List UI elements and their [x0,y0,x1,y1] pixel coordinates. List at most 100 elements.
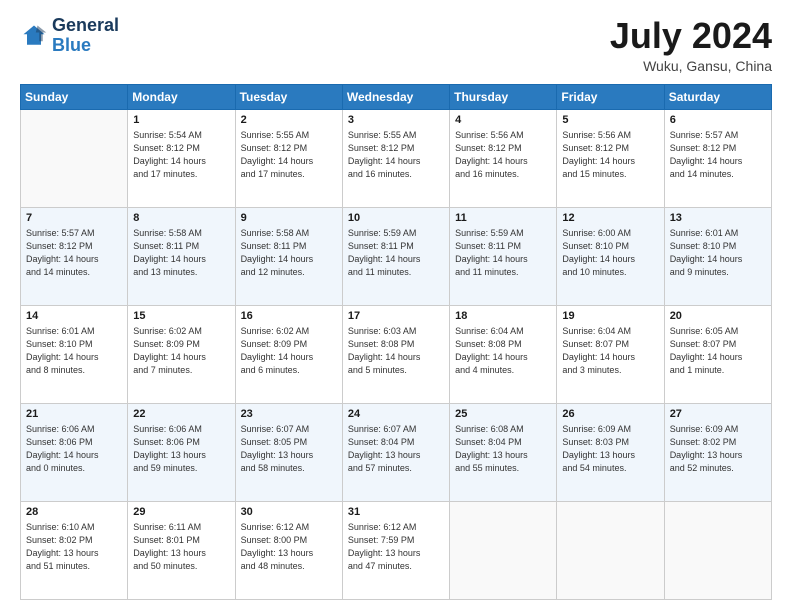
daylight-text: Daylight: 14 hours [26,450,99,460]
daylight-text: Daylight: 13 hours [348,548,421,558]
daylight-text-2: and 12 minutes. [241,267,305,277]
sunrise-text: Sunrise: 6:12 AM [241,522,310,532]
sunset-text: Sunset: 8:03 PM [562,437,629,447]
sunset-text: Sunset: 8:10 PM [670,241,737,251]
calendar-table: SundayMondayTuesdayWednesdayThursdayFrid… [20,84,772,600]
day-info: Sunrise: 6:12 AM Sunset: 7:59 PM Daylight:… [348,521,444,573]
daylight-text: Daylight: 13 hours [348,450,421,460]
daylight-text: Daylight: 14 hours [348,156,421,166]
day-number: 14 [26,309,122,324]
sunset-text: Sunset: 8:12 PM [133,143,200,153]
sunrise-text: Sunrise: 5:58 AM [133,228,202,238]
day-number: 16 [241,309,337,324]
day-number: 13 [670,211,766,226]
daylight-text-2: and 59 minutes. [133,463,197,473]
sunrise-text: Sunrise: 5:59 AM [455,228,524,238]
calendar-cell [664,501,771,599]
daylight-text-2: and 11 minutes. [455,267,518,277]
sunrise-text: Sunrise: 6:02 AM [241,326,310,336]
daylight-text: Daylight: 13 hours [26,548,99,558]
daylight-text: Daylight: 14 hours [26,254,99,264]
day-info: Sunrise: 6:05 AMSunset: 8:07 PMDaylight:… [670,325,766,377]
day-number: 11 [455,211,551,226]
calendar-cell: 18Sunrise: 6:04 AMSunset: 8:08 PMDayligh… [450,305,557,403]
calendar-cell: 11Sunrise: 5:59 AMSunset: 8:11 PMDayligh… [450,207,557,305]
calendar-cell: 14Sunrise: 6:01 AMSunset: 8:10 PMDayligh… [21,305,128,403]
day-number: 17 [348,309,444,324]
daylight-text-2: and 4 minutes. [455,365,514,375]
daylight-text: Daylight: 14 hours [241,352,314,362]
daylight-text-2: and 48 minutes. [241,561,305,571]
sunrise-text: Sunrise: 6:05 AM [670,326,739,336]
day-info: Sunrise: 6:00 AMSunset: 8:10 PMDaylight:… [562,227,658,279]
sunrise-text: Sunrise: 5:56 AM [562,130,631,140]
sunrise-text: Sunrise: 5:59 AM [348,228,417,238]
day-number: 25 [455,407,551,422]
weekday-header: Sunday [21,84,128,109]
calendar-week-row: 1Sunrise: 5:54 AMSunset: 8:12 PMDaylight… [21,109,772,207]
calendar-cell: 7Sunrise: 5:57 AMSunset: 8:12 PMDaylight… [21,207,128,305]
sunset-text: Sunset: 8:10 PM [26,339,93,349]
daylight-text: Daylight: 14 hours [670,254,743,264]
day-info: Sunrise: 6:04 AMSunset: 8:08 PMDaylight:… [455,325,551,377]
day-info: Sunrise: 5:58 AMSunset: 8:11 PMDaylight:… [133,227,229,279]
daylight-text: Daylight: 14 hours [133,254,206,264]
sunset-text: Sunset: 8:08 PM [455,339,522,349]
sunrise-text: Sunrise: 5:56 AM [455,130,524,140]
day-info: Sunrise: 6:04 AMSunset: 8:07 PMDaylight:… [562,325,658,377]
sunrise-text: Sunrise: 6:10 AM [26,522,95,532]
day-number: 22 [133,407,229,422]
calendar-cell [557,501,664,599]
day-number: 18 [455,309,551,324]
day-number: 15 [133,309,229,324]
sunset-text: Sunset: 8:12 PM [455,143,522,153]
daylight-text-2: and 7 minutes. [133,365,192,375]
day-number: 5 [562,113,658,128]
calendar-cell: 26Sunrise: 6:09 AMSunset: 8:03 PMDayligh… [557,403,664,501]
daylight-text-2: and 50 minutes. [133,561,197,571]
sunset-text: Sunset: 7:59 PM [348,535,415,545]
daylight-text: Daylight: 14 hours [670,156,743,166]
sunset-text: Sunset: 8:02 PM [26,535,93,545]
sunset-text: Sunset: 8:09 PM [133,339,200,349]
weekday-header: Wednesday [342,84,449,109]
calendar-cell: 5Sunrise: 5:56 AMSunset: 8:12 PMDaylight… [557,109,664,207]
logo-text-blue: Blue [52,36,119,56]
calendar-cell: 4Sunrise: 5:56 AMSunset: 8:12 PMDaylight… [450,109,557,207]
calendar-cell: 31Sunrise: 6:12 AMSunset: 7:59 PMDayligh… [342,501,449,599]
sunset-text: Sunset: 8:12 PM [26,241,93,251]
sunset-text: Sunset: 8:06 PM [26,437,93,447]
daylight-text: Daylight: 13 hours [455,450,528,460]
calendar-cell: 23Sunrise: 6:07 AMSunset: 8:05 PMDayligh… [235,403,342,501]
page: General Blue July 2024 Wuku, Gansu, Chin… [0,0,792,612]
sunrise-text: Sunrise: 6:07 AM [348,424,417,434]
daylight-text-2: and 47 minutes. [348,561,412,571]
sunrise-text: Sunrise: 6:12 AM [348,522,417,532]
sunset-text: Sunset: 8:02 PM [670,437,737,447]
sunrise-text: Sunrise: 5:55 AM [348,130,417,140]
daylight-text-2: and 11 minutes. [348,267,411,277]
day-number: 10 [348,211,444,226]
calendar-cell: 10Sunrise: 5:59 AMSunset: 8:11 PMDayligh… [342,207,449,305]
day-number: 12 [562,211,658,226]
daylight-text: Daylight: 14 hours [455,156,528,166]
daylight-text: Daylight: 14 hours [670,352,743,362]
daylight-text-2: and 8 minutes. [26,365,85,375]
day-info: Sunrise: 6:09 AMSunset: 8:03 PMDaylight:… [562,423,658,475]
daylight-text-2: and 17 minutes. [133,169,197,179]
calendar-header-row: SundayMondayTuesdayWednesdayThursdayFrid… [21,84,772,109]
sunrise-text: Sunrise: 6:06 AM [133,424,202,434]
day-info: Sunrise: 6:10 AM Sunset: 8:02 PM Daylight:… [26,521,122,573]
calendar-week-row: 14Sunrise: 6:01 AMSunset: 8:10 PMDayligh… [21,305,772,403]
day-number: 30 [241,505,337,520]
day-info: Sunrise: 5:56 AMSunset: 8:12 PMDaylight:… [562,129,658,181]
day-number: 29 [133,505,229,520]
sunrise-text: Sunrise: 6:09 AM [562,424,631,434]
calendar-week-row: 7Sunrise: 5:57 AMSunset: 8:12 PMDaylight… [21,207,772,305]
weekday-header: Monday [128,84,235,109]
calendar-cell: 27Sunrise: 6:09 AMSunset: 8:02 PMDayligh… [664,403,771,501]
day-info: Sunrise: 6:03 AMSunset: 8:08 PMDaylight:… [348,325,444,377]
day-info: Sunrise: 6:02 AMSunset: 8:09 PMDaylight:… [133,325,229,377]
sunset-text: Sunset: 8:01 PM [133,535,200,545]
calendar-cell: 15Sunrise: 6:02 AMSunset: 8:09 PMDayligh… [128,305,235,403]
